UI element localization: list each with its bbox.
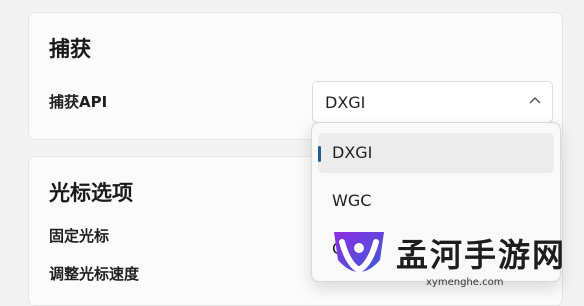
watermark-name: 孟河手游网: [396, 236, 567, 274]
capture-api-value: DXGI: [325, 93, 366, 112]
selected-indicator: [318, 146, 321, 162]
logo-icon: [334, 232, 384, 274]
capture-card: 捕获 捕获API DXGI: [28, 12, 563, 140]
cursor-speed-label: 调整光标速度: [49, 265, 140, 283]
chevron-up-icon: [529, 97, 541, 104]
cursor-section-title: 光标选项: [49, 181, 133, 205]
capture-section-title: 捕获: [49, 37, 91, 61]
dropdown-option-label: DXGI: [332, 143, 373, 162]
watermark: 孟河手游网 xymenghe.com: [330, 226, 580, 293]
fixed-cursor-label: 固定光标: [49, 227, 110, 245]
dropdown-option-label: WGC: [332, 191, 372, 210]
dropdown-option-wgc[interactable]: WGC: [318, 181, 554, 221]
capture-api-label: 捕获API: [49, 93, 108, 111]
dropdown-option-dxgi[interactable]: DXGI: [318, 133, 554, 173]
watermark-url: xymenghe.com: [426, 277, 504, 288]
capture-api-select[interactable]: DXGI: [312, 81, 553, 123]
